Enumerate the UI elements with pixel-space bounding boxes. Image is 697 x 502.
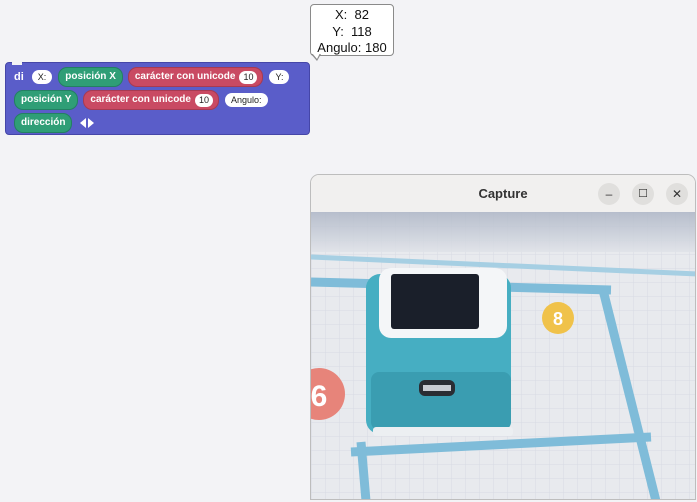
block-notch bbox=[12, 62, 22, 65]
badge-8: 8 bbox=[542, 302, 574, 334]
window-titlebar[interactable]: Capture – ☐ ✕ bbox=[311, 175, 695, 212]
position-x-reporter[interactable]: posición X bbox=[58, 67, 123, 87]
maximize-button[interactable]: ☐ bbox=[632, 183, 654, 205]
x-text-slot[interactable]: X: bbox=[31, 70, 53, 84]
unicode-char-reporter-2[interactable]: carácter con unicode 10 bbox=[83, 90, 219, 110]
close-button[interactable]: ✕ bbox=[666, 183, 688, 205]
unicode-label-1: carácter con unicode bbox=[134, 71, 236, 82]
robot-cube bbox=[366, 268, 513, 436]
arrow-left-icon bbox=[80, 118, 87, 128]
unicode-value-1[interactable]: 10 bbox=[239, 70, 258, 84]
unicode-label-2: carácter con unicode bbox=[90, 94, 191, 105]
camera-image: 8 6 bbox=[311, 212, 695, 499]
direction-reporter[interactable]: dirección bbox=[14, 113, 73, 133]
position-y-reporter[interactable]: posición Y bbox=[14, 90, 79, 110]
capture-window[interactable]: Capture – ☐ ✕ 8 6 bbox=[310, 174, 696, 500]
y-text-slot[interactable]: Y: bbox=[269, 70, 290, 84]
rotation-arrows-icon bbox=[80, 118, 95, 128]
bubble-y-line: Y: 118 bbox=[332, 23, 372, 39]
say-block[interactable]: di X: posición X carácter con unicode 10… bbox=[5, 62, 310, 135]
bubble-x-line: X: 82 bbox=[335, 7, 369, 22]
camera-feed: 8 6 bbox=[311, 212, 695, 499]
arrow-right-icon bbox=[88, 118, 95, 128]
angle-text-slot[interactable]: Angulo: bbox=[225, 93, 268, 107]
minimize-button[interactable]: – bbox=[598, 183, 620, 205]
badge-left-label: 6 bbox=[311, 380, 327, 413]
unicode-value-2[interactable]: 10 bbox=[194, 93, 213, 107]
bubble-tail-inner bbox=[312, 53, 320, 59]
speech-bubble: X: 82 Y: 118 Angulo: 180 bbox=[310, 4, 394, 56]
unicode-char-reporter-1[interactable]: carácter con unicode 10 bbox=[127, 67, 264, 87]
bubble-angle-line: Angulo: 180 bbox=[317, 40, 387, 55]
badge-right-label: 8 bbox=[553, 309, 563, 329]
say-label: di bbox=[14, 71, 24, 83]
